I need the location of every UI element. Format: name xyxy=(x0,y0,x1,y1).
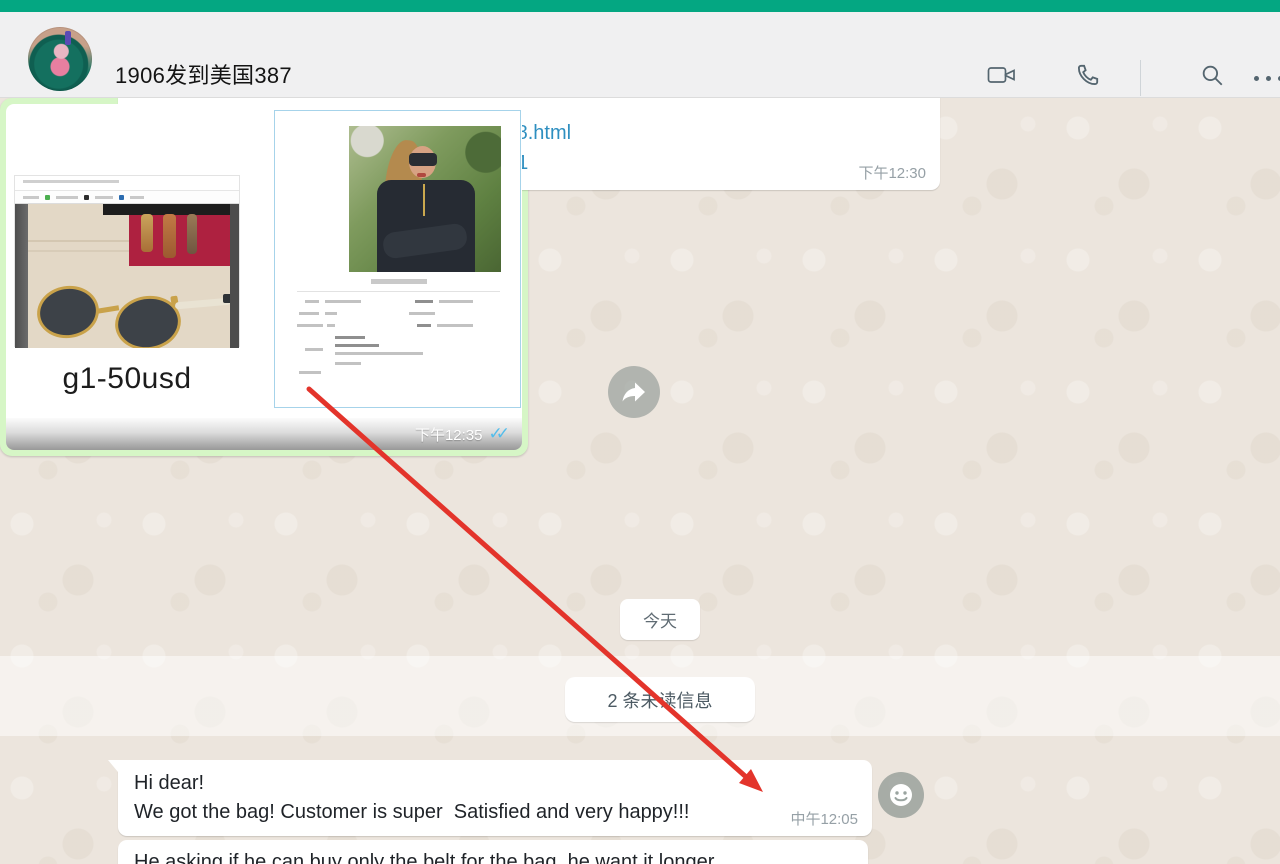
message-timestamp: 下午12:30 xyxy=(858,162,926,183)
forward-arrow-icon xyxy=(621,380,647,404)
product-image-g2: g2-60usd xyxy=(274,110,521,408)
product-label-g1: g1-50usd xyxy=(15,362,239,396)
message-text-bubble: He asking if he can buy only the belt fo… xyxy=(118,840,868,864)
product-collage-image[interactable]: g1-50usd xyxy=(6,104,522,450)
phone-call-icon[interactable] xyxy=(1068,55,1108,95)
product-image-g1 xyxy=(15,176,239,346)
message-line: We got the bag! Customer is super Satisf… xyxy=(134,798,856,827)
video-call-icon[interactable] xyxy=(982,55,1022,95)
search-icon[interactable] xyxy=(1192,55,1232,95)
header-divider xyxy=(1140,60,1141,96)
chat-header: 1906发到美国387 xyxy=(0,12,1280,98)
message-line: Hi dear! xyxy=(134,769,856,798)
date-divider: 今天 xyxy=(620,599,700,640)
avatar[interactable] xyxy=(28,27,92,91)
message-image-bubble[interactable]: g1-50usd xyxy=(0,98,528,456)
emoji-react-button[interactable] xyxy=(878,772,924,818)
emoji-react-icon xyxy=(886,780,916,810)
read-ticks-icon: ✓✓ xyxy=(489,424,511,444)
forward-button[interactable] xyxy=(608,366,660,418)
message-timestamp: 下午12:35 xyxy=(415,424,483,445)
spec-table xyxy=(297,291,500,373)
message-text-bubble: Hi dear! We got the bag! Customer is sup… xyxy=(118,760,872,836)
window-accent-bar xyxy=(0,0,1280,12)
unread-messages-divider: 2 条未读信息 xyxy=(565,677,755,722)
image-message-footer: 下午12:35 ✓✓ xyxy=(6,418,522,450)
more-options-dots-icon[interactable] xyxy=(1254,76,1280,81)
message-line: He asking if he can buy only the belt fo… xyxy=(134,848,852,864)
message-timestamp: 中午12:05 xyxy=(790,808,858,829)
chat-scroll-area[interactable]: http://lymy1684.com/productinfoen_352936… xyxy=(0,98,1280,864)
chat-title[interactable]: 1906发到美国387 xyxy=(115,58,292,90)
